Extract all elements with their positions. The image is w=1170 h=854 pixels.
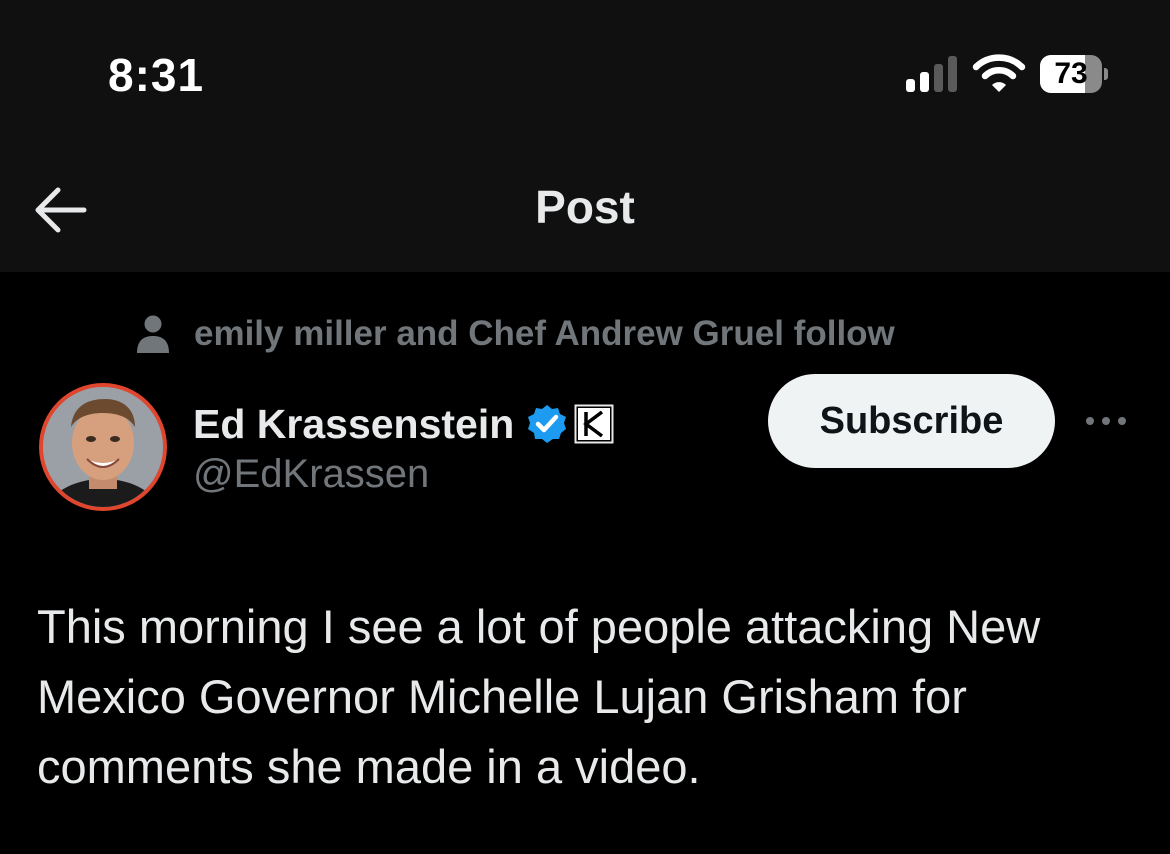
k-affiliation-badge-icon	[574, 404, 614, 444]
author-name-row[interactable]: Ed Krassenstein	[193, 396, 614, 452]
author-name: Ed Krassenstein	[193, 400, 515, 447]
battery-level: 73	[1054, 57, 1088, 90]
cellular-signal-icon	[906, 54, 962, 92]
status-bar: 8:31 73	[0, 0, 1170, 150]
signal-bar	[948, 56, 957, 92]
status-time: 8:31	[108, 49, 205, 101]
subscribe-button[interactable]: Subscribe	[768, 374, 1055, 468]
signal-bar	[906, 79, 915, 92]
wifi-icon	[972, 54, 1026, 92]
battery-nub	[1104, 68, 1108, 80]
social-context-text: emily miller and Chef Andrew Gruel follo…	[194, 314, 895, 353]
avatar[interactable]	[37, 381, 169, 513]
page-title: Post	[535, 181, 635, 233]
person-icon	[137, 315, 169, 353]
nav-header: Post	[0, 150, 1170, 272]
author-handle[interactable]: @EdKrassen	[193, 452, 429, 497]
more-horizontal-icon[interactable]	[1082, 404, 1130, 438]
battery-icon: 73	[1040, 55, 1108, 93]
signal-bar	[920, 72, 929, 92]
social-context[interactable]: emily miller and Chef Andrew Gruel follo…	[136, 312, 895, 356]
post-text: This morning I see a lot of people attac…	[37, 600, 1041, 793]
battery-shell: 73	[1040, 55, 1102, 93]
signal-bar	[934, 64, 943, 92]
verified-badge-icon	[528, 405, 567, 443]
